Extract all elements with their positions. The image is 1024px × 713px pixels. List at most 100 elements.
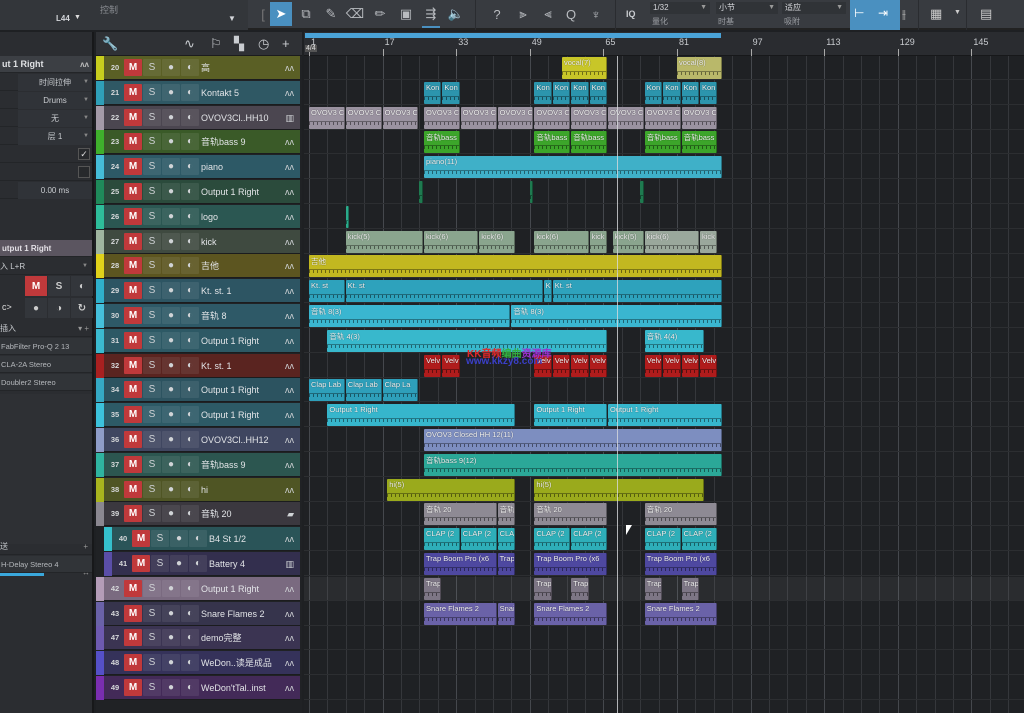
monitor-icon[interactable]: ◐ [181,108,199,126]
wrench-icon[interactable]: 🔧 [102,36,118,52]
audio-clip[interactable]: Velv [552,354,571,377]
track-name[interactable]: Output 1 Right [201,329,259,353]
audio-clip[interactable]: Kon [571,81,589,104]
track-color-strip[interactable] [96,502,104,527]
audio-clip[interactable]: OVOV3 C [608,106,644,129]
track-row[interactable]: 20 M S ● ◐ 高 ʌʌ [96,56,300,80]
track-name[interactable]: Output 1 Right [201,577,259,601]
audio-clip[interactable]: 音轨bass [571,131,607,154]
solo-button[interactable]: S [143,579,161,597]
audio-clip[interactable]: 音轨 4(4) [644,329,704,352]
insert-plugin[interactable]: Doubler2 Stereo [0,374,92,391]
audio-clip[interactable]: Kon [442,81,460,104]
track-color-strip[interactable] [96,452,104,477]
arranger-icon[interactable]: ▚ [234,36,244,52]
preset-dropdown-icon[interactable]: ▼ [74,14,81,21]
mute-button[interactable]: M [124,232,142,250]
track-color-strip[interactable] [96,676,104,700]
track-name[interactable]: 音轨bass 9 [201,453,246,477]
track-name[interactable]: WeDon..读是成品 [201,651,272,675]
audio-clip[interactable] [419,181,423,203]
marker-flag-icon[interactable]: ⚐ [210,36,222,52]
mute-button[interactable]: M [124,381,142,399]
record-arm-icon[interactable]: ● [162,232,180,250]
track-row[interactable]: 23 M S ● ◐ 音轨bass 9 ʌʌ [96,130,300,155]
track-color-strip[interactable] [96,651,104,676]
eraser-tool-icon[interactable]: ⌫ [344,2,366,26]
track-color-strip[interactable] [96,403,104,428]
insert-plugin[interactable]: CLA-2A Stereo [0,356,92,373]
audio-clip[interactable]: CLAP (2 [460,528,497,551]
mute-button[interactable]: M [124,431,142,448]
solo-button[interactable]: S [143,455,161,473]
audio-clip[interactable]: Kt [543,280,552,303]
monitor-icon[interactable]: ◐ [181,232,199,250]
record-arm-icon[interactable]: ● [162,406,180,424]
solo-button[interactable]: S [143,604,161,622]
solo-button[interactable]: S [143,505,161,523]
mute-button[interactable]: M [124,183,142,200]
track-color-strip[interactable] [96,576,104,601]
audio-clip[interactable] [640,181,644,203]
track-name[interactable]: piano [201,155,223,179]
mute-button[interactable]: M [124,406,142,424]
solo-button[interactable]: S [143,356,161,374]
grid-dropdown-icon[interactable]: ▼ [954,9,961,16]
audio-clip[interactable]: 音轨 8(3) [309,305,511,327]
record-arm-icon[interactable]: ● [162,133,180,151]
track-row[interactable]: 32 M S ● ◐ Kt. st. 1 ʌʌ [96,353,300,378]
audio-clip[interactable]: CLA [497,528,515,551]
solo-button[interactable]: S [143,232,161,250]
track-row[interactable]: 22 M S ● ◐ OVOV3Cl..HH10 ▥ [96,105,300,130]
audio-clip[interactable]: kick(6) [644,230,699,253]
track-color-strip[interactable] [96,353,104,378]
track-name[interactable]: OVOV3Cl..HH10 [201,106,269,130]
transient-split-icon[interactable]: ⫷ [537,2,559,26]
track-color-strip[interactable] [96,56,104,80]
track-row[interactable]: 34 M S ● ◐ Output 1 Right ʌʌ [96,378,300,403]
audio-clip[interactable]: Trap [497,553,515,575]
record-arm-icon[interactable]: ● [162,480,180,498]
paint-tool-icon[interactable]: ✏ [369,2,391,26]
listen-tool-icon[interactable]: 🔈 [445,2,467,26]
audio-clip[interactable]: Kon [552,81,571,104]
quantize-icon[interactable]: Q [560,2,582,26]
record-arm-icon[interactable]: ● [162,331,180,349]
track-name[interactable]: demo完整 [201,626,242,650]
track-row[interactable]: 28 M S ● ◐ 吉他 ʌʌ [96,254,300,279]
input-select[interactable]: 入 L+R ▼ [0,258,92,275]
monitor-icon[interactable]: ◐ [181,505,199,523]
audio-clip[interactable]: Clap Lab [345,379,382,402]
record-arm-icon[interactable]: ● [162,108,180,126]
track-row[interactable]: 21 M S ● ◐ Kontakt 5 ʌʌ [96,80,300,105]
record-arm-icon[interactable]: ● [162,282,180,300]
audio-clip[interactable]: OVOV3 C [309,106,345,129]
audio-clip[interactable]: Velv [700,354,718,377]
monitor-icon[interactable]: ◐ [181,356,199,374]
track-lane[interactable] [304,576,1024,601]
track-name[interactable]: 吉他 [201,254,219,278]
audio-clip[interactable]: OVOV3 C [644,106,681,129]
solo-button[interactable]: S [143,59,161,76]
track-row[interactable]: 29 M S ● ◐ Kt. st. 1 ʌʌ [96,279,300,304]
track-row[interactable]: 26 M S ● ◐ logo ʌʌ [96,204,300,229]
audio-clip[interactable]: Kon [681,81,699,104]
solo-button[interactable]: S [143,679,161,696]
audio-clip[interactable]: 音轨bass [424,131,460,154]
track-color-strip[interactable] [96,304,104,328]
groove-icon[interactable]: ♆ [585,2,607,26]
delay-field[interactable]: 0.00 ms [18,182,92,199]
checkbox-unchecked[interactable] [78,166,90,178]
solo-button[interactable]: S [143,158,161,176]
transient-icon[interactable]: ⫸ [512,2,534,26]
track-color-strip[interactable] [96,279,104,304]
arrow-tool-icon[interactable]: ➤ [270,2,292,26]
snap-forward-icon[interactable]: ⇥ [878,6,888,20]
audio-clip[interactable]: Snare Flames 2 [534,602,607,625]
monitor-icon[interactable]: ◐ [181,183,199,200]
record-arm-icon[interactable]: ● [162,679,180,696]
track-name[interactable]: 音轨 20 [201,502,232,526]
audio-clip[interactable]: Trap [644,577,663,600]
audio-clip[interactable] [529,181,534,203]
solo-button[interactable]: S [48,276,70,296]
